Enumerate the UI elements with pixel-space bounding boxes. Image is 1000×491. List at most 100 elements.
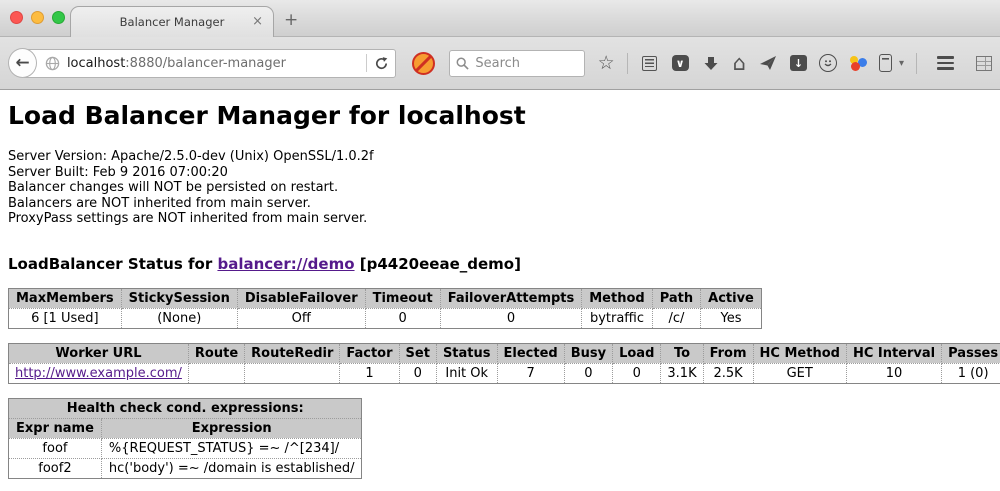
column-header: Expression bbox=[101, 418, 362, 438]
failoverattempts-value: 0 bbox=[440, 308, 582, 328]
browser-tab[interactable]: Balancer Manager × bbox=[70, 6, 274, 37]
minimize-window-button[interactable] bbox=[31, 11, 44, 24]
expr-name-cell: foof2 bbox=[9, 458, 102, 478]
column-header: To bbox=[661, 343, 703, 363]
status-heading-prefix: LoadBalancer Status for bbox=[8, 255, 217, 273]
column-header: HC Interval bbox=[846, 343, 941, 363]
content-blocker-icon[interactable] bbox=[412, 52, 435, 75]
column-header: Active bbox=[701, 288, 762, 308]
column-header: RouteRedir bbox=[245, 343, 340, 363]
column-header: Load bbox=[613, 343, 661, 363]
expr-value-cell: hc('body') =~ /domain is established/ bbox=[101, 458, 362, 478]
column-header: HC Method bbox=[753, 343, 846, 363]
table-row: 6 [1 Used] (None) Off 0 0 bytraffic /c/ … bbox=[9, 308, 762, 328]
server-version-line: Server Version: Apache/2.5.0-dev (Unix) … bbox=[8, 149, 992, 165]
routeredir-cell bbox=[245, 363, 340, 383]
load-cell: 0 bbox=[613, 363, 661, 383]
video-download-icon[interactable]: ↓ bbox=[790, 55, 807, 71]
disablefailover-value: Off bbox=[237, 308, 365, 328]
grid-panel-icon[interactable] bbox=[976, 56, 992, 71]
worker-row: http://www.example.com/ 1 0 Init Ok 7 0 … bbox=[9, 363, 1000, 383]
hc-interval-cell: 10 bbox=[846, 363, 941, 383]
from-cell: 2.5K bbox=[703, 363, 753, 383]
send-tab-icon[interactable] bbox=[758, 52, 778, 74]
elected-cell: 7 bbox=[497, 363, 564, 383]
window-titlebar: Balancer Manager × + bbox=[0, 0, 1000, 37]
method-value: bytraffic bbox=[582, 308, 652, 328]
search-icon bbox=[456, 57, 469, 70]
toolbar-separator bbox=[627, 53, 628, 74]
back-button[interactable]: ← bbox=[8, 48, 37, 78]
new-tab-button[interactable]: + bbox=[284, 10, 298, 30]
window-controls bbox=[10, 11, 65, 24]
expression-row: foof2 hc('body') =~ /domain is establish… bbox=[9, 458, 362, 478]
home-icon[interactable]: ⌂ bbox=[733, 53, 746, 74]
close-window-button[interactable] bbox=[10, 11, 23, 24]
timeout-value: 0 bbox=[365, 308, 440, 328]
passes-cell: 1 (0) bbox=[942, 363, 1000, 383]
busy-cell: 0 bbox=[564, 363, 612, 383]
expression-row: foof %{REQUEST_STATUS} =~ /^[234]/ bbox=[9, 438, 362, 458]
health-check-expressions-table: Health check cond. expressions: Expr nam… bbox=[8, 398, 362, 479]
path-value: /c/ bbox=[652, 308, 700, 328]
table-header-row: MaxMembers StickySession DisableFailover… bbox=[9, 288, 762, 308]
extension-dots-icon[interactable] bbox=[849, 54, 867, 72]
column-header: DisableFailover bbox=[237, 288, 365, 308]
reload-button[interactable] bbox=[374, 56, 389, 71]
tab-close-icon[interactable]: × bbox=[252, 14, 263, 29]
column-header: Worker URL bbox=[9, 343, 189, 363]
column-header: Elected bbox=[497, 343, 564, 363]
expr-name-cell: foof bbox=[9, 438, 102, 458]
column-header: Status bbox=[436, 343, 497, 363]
column-header: StickySession bbox=[121, 288, 237, 308]
column-header: Set bbox=[399, 343, 436, 363]
zoom-window-button[interactable] bbox=[52, 11, 65, 24]
downloads-icon[interactable] bbox=[701, 52, 721, 74]
server-built-line: Server Built: Feb 9 2016 07:00:20 bbox=[8, 165, 992, 181]
search-bar[interactable] bbox=[449, 50, 584, 77]
table-title: Health check cond. expressions: bbox=[9, 398, 362, 418]
search-input[interactable] bbox=[475, 56, 575, 71]
loadbalancer-status-heading: LoadBalancer Status for balancer://demo … bbox=[8, 255, 992, 273]
table-header-row: Worker URL Route RouteRedir Factor Set S… bbox=[9, 343, 1000, 363]
browser-toolbar: ← localhost:8880/balancer-manager ☆ ∨ ⌂ bbox=[0, 37, 1000, 90]
chevron-down-icon[interactable]: ▾ bbox=[899, 58, 904, 69]
balancer-settings-table: MaxMembers StickySession DisableFailover… bbox=[8, 288, 762, 329]
url-bar[interactable]: localhost:8880/balancer-manager bbox=[22, 49, 396, 78]
server-info: Server Version: Apache/2.5.0-dev (Unix) … bbox=[8, 149, 992, 227]
url-text: localhost:8880/balancer-manager bbox=[67, 56, 359, 71]
column-header: Factor bbox=[340, 343, 399, 363]
status-heading-suffix: [p4420eeae_demo] bbox=[355, 255, 521, 273]
worker-url-cell: http://www.example.com/ bbox=[9, 363, 189, 383]
hc-method-cell: GET bbox=[753, 363, 846, 383]
column-header: Timeout bbox=[365, 288, 440, 308]
status-cell: Init Ok bbox=[436, 363, 497, 383]
route-cell bbox=[188, 363, 244, 383]
bookmark-star-icon[interactable]: ☆ bbox=[598, 54, 615, 73]
factor-cell: 1 bbox=[340, 363, 399, 383]
to-cell: 3.1K bbox=[661, 363, 703, 383]
stickysession-value: (None) bbox=[121, 308, 237, 328]
globe-icon bbox=[45, 56, 60, 71]
feedback-smiley-icon[interactable] bbox=[819, 54, 837, 72]
worker-status-table: Worker URL Route RouteRedir Factor Set S… bbox=[8, 343, 1000, 384]
column-header: Path bbox=[652, 288, 700, 308]
expr-value-cell: %{REQUEST_STATUS} =~ /^[234]/ bbox=[101, 438, 362, 458]
column-header: MaxMembers bbox=[9, 288, 122, 308]
pocket-icon[interactable]: ∨ bbox=[672, 55, 689, 71]
column-header: Passes bbox=[942, 343, 1000, 363]
notice-line: ProxyPass settings are NOT inherited fro… bbox=[8, 211, 992, 227]
bookmarks-menu-icon[interactable] bbox=[640, 52, 660, 74]
menu-button[interactable] bbox=[937, 56, 954, 70]
url-path: :8880/balancer-manager bbox=[125, 56, 286, 71]
page-content: Load Balancer Manager for localhost Serv… bbox=[0, 90, 1000, 491]
device-icon[interactable] bbox=[879, 54, 892, 72]
active-value: Yes bbox=[701, 308, 762, 328]
maxmembers-value: 6 [1 Used] bbox=[9, 308, 122, 328]
table-header-row: Expr name Expression bbox=[9, 418, 362, 438]
notice-line: Balancers are NOT inherited from main se… bbox=[8, 196, 992, 212]
column-header: FailoverAttempts bbox=[440, 288, 582, 308]
column-header: Method bbox=[582, 288, 652, 308]
balancer-demo-link[interactable]: balancer://demo bbox=[217, 255, 354, 273]
worker-url-link[interactable]: http://www.example.com/ bbox=[15, 366, 182, 381]
